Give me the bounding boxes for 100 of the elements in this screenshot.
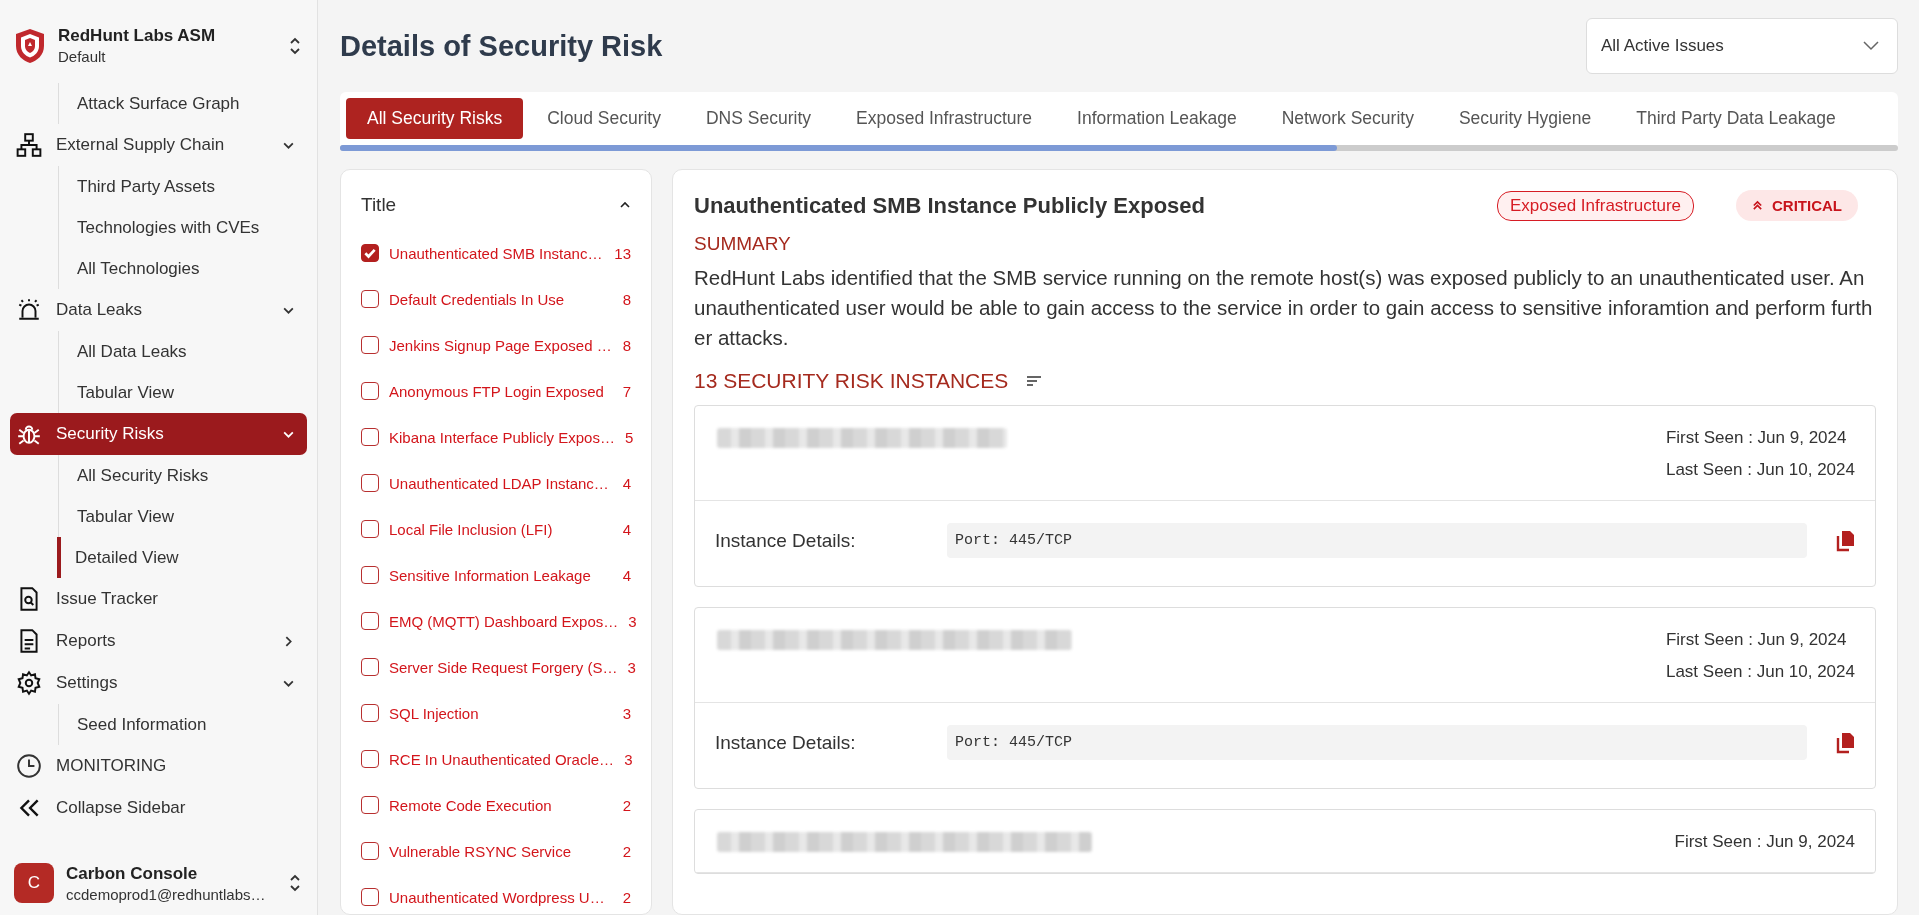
nav-subitem[interactable]: Technologies with CVEs bbox=[57, 207, 307, 248]
category-tag: Exposed Infrastructure bbox=[1496, 190, 1694, 221]
severity-tag: CRITICAL bbox=[1736, 190, 1858, 221]
risk-title[interactable]: RCE In Unauthenticated Oracle… bbox=[389, 750, 615, 768]
app-name: RedHunt Labs ASM bbox=[58, 26, 217, 46]
risk-count: 3 bbox=[627, 658, 636, 676]
risk-count: 4 bbox=[622, 566, 631, 584]
risk-title[interactable]: EMQ (MQTT) Dashboard Expos… bbox=[389, 612, 619, 630]
nav-item[interactable]: Settings bbox=[10, 662, 307, 704]
checkbox[interactable] bbox=[361, 244, 379, 262]
checkbox[interactable] bbox=[361, 888, 379, 906]
shield-logo-icon bbox=[14, 27, 46, 64]
nav-subitem[interactable]: Tabular View bbox=[57, 372, 307, 413]
checkbox[interactable] bbox=[361, 704, 379, 722]
risk-title[interactable]: Unauthenticated Wordpress U… bbox=[389, 888, 613, 906]
risk-count: 4 bbox=[622, 474, 631, 492]
collapse-sidebar-button[interactable]: Collapse Sidebar bbox=[10, 787, 307, 829]
checkbox[interactable] bbox=[361, 474, 379, 492]
risk-count: 7 bbox=[622, 382, 631, 400]
checkbox[interactable] bbox=[361, 658, 379, 676]
nav-subitem[interactable]: Seed Information bbox=[57, 704, 307, 745]
risk-count: 5 bbox=[624, 428, 634, 446]
category-tab[interactable]: Information Leakage bbox=[1056, 98, 1258, 139]
page-title: Details of Security Risk bbox=[340, 29, 663, 63]
instance-details-label: Instance Details: bbox=[715, 529, 857, 552]
risk-title[interactable]: Local File Inclusion (LFI) bbox=[389, 520, 613, 538]
risk-title[interactable]: Anonymous FTP Login Exposed bbox=[389, 382, 613, 400]
first-seen-date: First Seen : Jun 9, 2024 bbox=[1674, 832, 1855, 852]
risk-count: 8 bbox=[622, 336, 631, 354]
nav-item[interactable]: Issue Tracker bbox=[10, 578, 307, 620]
up-down-chevron-icon[interactable] bbox=[289, 36, 301, 55]
network-icon bbox=[16, 132, 42, 158]
nav-subitem[interactable]: All Technologies bbox=[57, 248, 307, 289]
last-seen-date: Last Seen : Jun 10, 2024 bbox=[1665, 662, 1855, 682]
checkbox[interactable] bbox=[361, 750, 379, 768]
instance-details-value: Port: 445/TCP bbox=[947, 523, 1807, 558]
nav-item[interactable]: Security Risks bbox=[10, 413, 307, 455]
risk-count: 2 bbox=[622, 888, 631, 906]
sort-icon[interactable] bbox=[1026, 375, 1043, 387]
instance-details-label: Instance Details: bbox=[715, 731, 857, 754]
category-tab[interactable]: All Security Risks bbox=[346, 98, 524, 139]
risk-title[interactable]: Kibana Interface Publicly Expos… bbox=[389, 428, 615, 446]
checkbox[interactable] bbox=[361, 520, 379, 538]
category-tab[interactable]: Third Party Data Leakage bbox=[1615, 98, 1857, 139]
checkbox[interactable] bbox=[361, 336, 379, 354]
up-down-chevron-icon[interactable] bbox=[289, 874, 301, 892]
category-tab[interactable]: Cloud Security bbox=[526, 98, 682, 139]
risk-title[interactable]: Sensitive Information Leakage bbox=[389, 566, 613, 584]
horizontal-scrollbar[interactable] bbox=[340, 145, 1898, 151]
checkbox[interactable] bbox=[361, 382, 379, 400]
checkbox[interactable] bbox=[361, 612, 379, 630]
risk-count: 3 bbox=[628, 612, 637, 630]
checkbox[interactable] bbox=[361, 566, 379, 584]
issue-filter-dropdown[interactable]: All Active Issues bbox=[1586, 18, 1898, 74]
category-tab[interactable]: Exposed Infrastructure bbox=[835, 98, 1054, 139]
nav-subitem[interactable]: Attack Surface Graph bbox=[57, 83, 307, 124]
risk-count: 13 bbox=[614, 244, 631, 262]
nav-subitem[interactable]: Third Party Assets bbox=[57, 166, 307, 207]
double-chevron-up-icon bbox=[1752, 200, 1763, 211]
nav-subitem[interactable]: Tabular View bbox=[57, 496, 307, 537]
risk-title[interactable]: Vulnerable RSYNC Service bbox=[389, 842, 613, 860]
last-seen-date: Last Seen : Jun 10, 2024 bbox=[1665, 460, 1855, 480]
filter-heading: Title bbox=[361, 194, 397, 216]
checkbox[interactable] bbox=[361, 428, 379, 446]
alarm-light-icon bbox=[16, 297, 42, 323]
workspace-name: Default bbox=[58, 48, 107, 65]
risk-title[interactable]: Unauthenticated LDAP Instanc… bbox=[389, 474, 613, 492]
nav-item[interactable]: External Supply Chain bbox=[10, 124, 307, 166]
risk-title[interactable]: Jenkins Signup Page Exposed … bbox=[389, 336, 613, 354]
nav-subitem[interactable]: Detailed View bbox=[57, 537, 307, 578]
checkbox[interactable] bbox=[361, 842, 379, 860]
user-email: ccdemoprod1@redhuntlabs… bbox=[66, 885, 267, 903]
risk-count: 2 bbox=[622, 796, 631, 814]
copy-icon[interactable] bbox=[1835, 731, 1855, 754]
risk-count: 8 bbox=[622, 290, 631, 308]
copy-icon[interactable] bbox=[1835, 529, 1855, 552]
category-tab[interactable]: Network Security bbox=[1260, 98, 1435, 139]
risk-count: 4 bbox=[622, 520, 631, 538]
instances-heading: 13 SECURITY RISK INSTANCES bbox=[694, 369, 1009, 393]
nav-item[interactable]: MONITORING bbox=[10, 745, 307, 787]
category-tab[interactable]: Security Hygiene bbox=[1437, 98, 1613, 139]
risk-title[interactable]: Remote Code Execution bbox=[389, 796, 613, 814]
instance-details-value: Port: 445/TCP bbox=[947, 725, 1807, 760]
first-seen-date: First Seen : Jun 9, 2024 bbox=[1665, 630, 1848, 650]
risk-title[interactable]: SQL Injection bbox=[389, 704, 613, 722]
nav-item[interactable]: Data Leaks bbox=[10, 289, 307, 331]
nav-subitem[interactable]: All Security Risks bbox=[57, 455, 307, 496]
nav-subitem[interactable]: All Data Leaks bbox=[57, 331, 307, 372]
first-seen-date: First Seen : Jun 9, 2024 bbox=[1665, 428, 1848, 448]
clock-icon bbox=[16, 753, 42, 779]
nav-item[interactable]: Reports bbox=[10, 620, 307, 662]
summary-text: RedHunt Labs identified that the SMB service running on the remote host(s) was exposed publicly to an unauthenticated user. An unauthenticated user would be able to gain access to the service in order to gain access to sensitive inforamtion and perform further attacks. bbox=[694, 265, 1874, 351]
risk-title[interactable]: Server Side Request Forgery (S… bbox=[389, 658, 618, 676]
category-tab[interactable]: DNS Security bbox=[685, 98, 832, 139]
risk-title[interactable]: Unauthenticated SMB Instanc… bbox=[389, 244, 605, 262]
risk-title[interactable]: Default Credentials In Use bbox=[389, 290, 613, 308]
checkbox[interactable] bbox=[361, 796, 379, 814]
settings-icon bbox=[16, 670, 42, 696]
checkbox[interactable] bbox=[361, 290, 379, 308]
summary-heading: SUMMARY bbox=[694, 233, 792, 255]
